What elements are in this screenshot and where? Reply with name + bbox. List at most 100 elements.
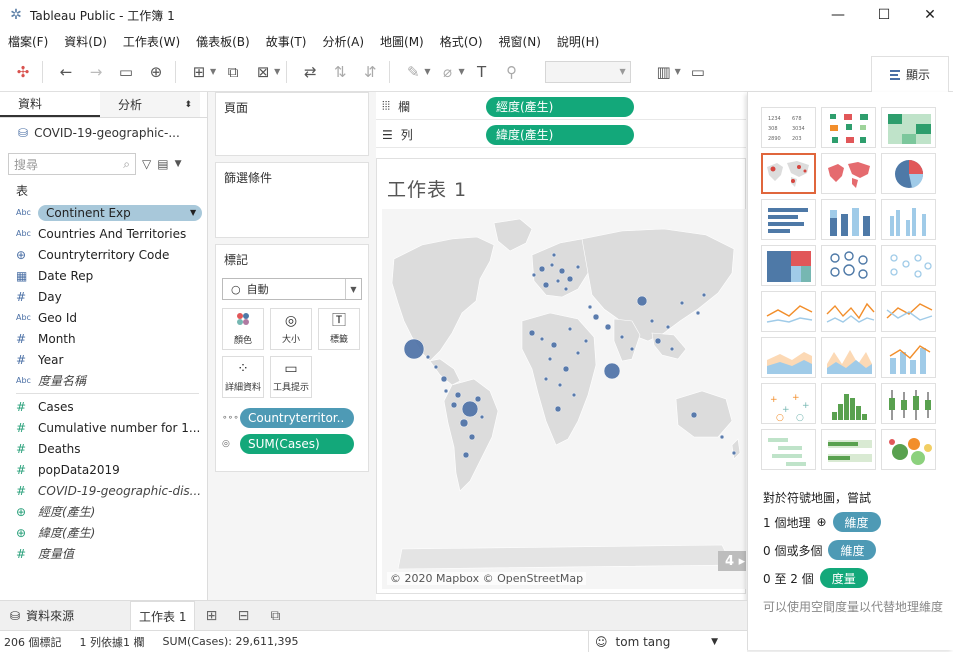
show-me-tab[interactable]: 顯示 bbox=[871, 56, 949, 92]
map-mark[interactable] bbox=[562, 365, 570, 373]
map-mark[interactable] bbox=[575, 264, 581, 270]
map-mark[interactable] bbox=[695, 310, 701, 316]
map-mark[interactable] bbox=[603, 362, 621, 380]
map-mark[interactable] bbox=[604, 323, 612, 331]
box-whisker-chart[interactable] bbox=[881, 383, 936, 424]
group-icon[interactable]: ⌀ bbox=[434, 59, 460, 85]
field-item[interactable]: # popData2019 bbox=[0, 459, 207, 480]
chevron-down-icon[interactable]: ▼ bbox=[274, 67, 280, 76]
field-item[interactable]: # Deaths bbox=[0, 438, 207, 459]
field-item[interactable]: ⊕ Countryterritory Code bbox=[0, 244, 207, 265]
map-mark[interactable] bbox=[528, 329, 536, 337]
map-mark[interactable] bbox=[731, 450, 737, 456]
map-count-badge[interactable]: 4 ▸ bbox=[718, 551, 746, 571]
map-mark[interactable] bbox=[538, 265, 546, 273]
countryterritory-pill[interactable]: Countryterritor.. bbox=[240, 408, 354, 428]
map-mark[interactable] bbox=[554, 405, 562, 413]
map-mark[interactable] bbox=[557, 382, 563, 388]
map-mark[interactable] bbox=[468, 433, 476, 441]
field-item[interactable]: # Cumulative number for 1... bbox=[0, 417, 207, 438]
field-item[interactable]: # Year bbox=[0, 349, 207, 370]
map-mark[interactable] bbox=[549, 262, 555, 268]
histogram-chart[interactable] bbox=[821, 383, 876, 424]
map-mark[interactable] bbox=[649, 318, 655, 324]
menu-help[interactable]: 說明(H) bbox=[549, 33, 607, 50]
field-item[interactable]: ▦ Date Rep bbox=[0, 265, 207, 286]
sort-ascending-icon[interactable]: ⇅ bbox=[327, 59, 353, 85]
fit-select[interactable]: ▼ bbox=[544, 60, 631, 83]
pin-icon[interactable]: ⚲ bbox=[499, 59, 525, 85]
field-item[interactable]: # Cases bbox=[0, 396, 207, 417]
bullet-graph-chart[interactable] bbox=[821, 429, 876, 470]
field-item[interactable]: # Day bbox=[0, 286, 207, 307]
map-mark[interactable] bbox=[474, 395, 482, 403]
menu-analysis[interactable]: 分析(A) bbox=[314, 33, 372, 50]
sheet-title[interactable]: 工作表 1 bbox=[387, 175, 467, 202]
tab-data[interactable]: 資料 bbox=[0, 92, 100, 117]
map-mark[interactable] bbox=[454, 391, 462, 399]
map-mark[interactable] bbox=[461, 400, 479, 418]
latitude-pill[interactable]: 緯度(產生) bbox=[486, 124, 634, 145]
symbol-map-chart[interactable] bbox=[761, 153, 816, 194]
chevron-down-icon[interactable]: ▼ bbox=[190, 208, 196, 217]
map-attribution[interactable]: © 2020 Mapbox © OpenStreetMap bbox=[387, 572, 587, 585]
side-by-side-circles-chart[interactable] bbox=[881, 245, 936, 286]
tab-analytics[interactable]: 分析 ⬍ bbox=[100, 92, 200, 117]
field-item[interactable]: # Month bbox=[0, 328, 207, 349]
map-mark[interactable] bbox=[575, 350, 581, 356]
map-mark[interactable] bbox=[567, 326, 573, 332]
map-mark[interactable] bbox=[629, 346, 635, 352]
tableau-home-icon[interactable]: ✣ bbox=[10, 59, 36, 85]
chevron-down-icon[interactable]: ▼ bbox=[424, 67, 430, 76]
map-mark[interactable] bbox=[425, 354, 431, 360]
highlight-table-chart[interactable] bbox=[881, 107, 936, 148]
map-mark[interactable] bbox=[459, 418, 469, 428]
map-mark[interactable] bbox=[563, 286, 569, 292]
user-menu[interactable]: ☺ tom tang ▼ bbox=[588, 631, 718, 652]
clear-sheet-icon[interactable]: ⊠ bbox=[250, 59, 276, 85]
map-mark[interactable] bbox=[558, 267, 566, 275]
columns-shelf[interactable]: ⦙⦙⦙ 欄 經度(產生) bbox=[376, 94, 746, 120]
menu-file[interactable]: 檔案(F) bbox=[0, 33, 56, 50]
continuous-lines-chart[interactable] bbox=[761, 291, 816, 332]
map-mark[interactable] bbox=[690, 411, 698, 419]
chevron-down-icon[interactable]: ▼ bbox=[458, 67, 464, 76]
field-item[interactable]: Abc 度量名稱 bbox=[0, 370, 207, 391]
datasource-tab[interactable]: ⛁ 資料來源 bbox=[0, 601, 130, 630]
packed-bubbles-chart[interactable] bbox=[881, 429, 936, 470]
chevron-down-icon[interactable]: ▼ bbox=[175, 159, 182, 169]
chevron-down-icon[interactable]: ▼ bbox=[675, 67, 681, 76]
map-mark[interactable] bbox=[542, 281, 550, 289]
map-mark[interactable] bbox=[636, 295, 648, 307]
redo-icon[interactable]: → bbox=[83, 59, 109, 85]
minimize-button[interactable]: — bbox=[815, 0, 861, 30]
map-mark[interactable] bbox=[550, 341, 558, 349]
view-options-icon[interactable]: ▤ bbox=[157, 157, 168, 171]
size-button[interactable]: ◎ 大小 bbox=[270, 308, 312, 350]
new-datasource-icon[interactable]: ⊕ bbox=[143, 59, 169, 85]
color-button[interactable]: 顏色 bbox=[222, 308, 264, 350]
map-mark[interactable] bbox=[701, 292, 707, 298]
menu-story[interactable]: 故事(T) bbox=[258, 33, 315, 50]
sum-cases-pill[interactable]: SUM(Cases) bbox=[240, 434, 354, 454]
map-mark[interactable] bbox=[547, 356, 553, 362]
map-mark[interactable] bbox=[440, 375, 448, 383]
map-view[interactable]: © 2020 Mapbox © OpenStreetMap 4 ▸ bbox=[382, 209, 746, 589]
marks-type-select[interactable]: ○ 自動 ▼ bbox=[222, 278, 362, 300]
detail-button[interactable]: ⁘ 詳細資料 bbox=[222, 356, 264, 398]
side-by-side-bars-chart[interactable] bbox=[881, 199, 936, 240]
label-button[interactable]: 🅃 標籤 bbox=[318, 308, 360, 350]
new-worksheet-icon[interactable]: ⊞ bbox=[195, 601, 227, 630]
map-mark[interactable] bbox=[443, 388, 449, 394]
field-item[interactable]: Abc Continent Exp ▼ bbox=[0, 202, 207, 223]
map-mark[interactable] bbox=[555, 278, 561, 284]
map-mark[interactable] bbox=[566, 275, 574, 283]
map-mark[interactable] bbox=[571, 392, 577, 398]
scatter-plot-chart[interactable]: + + + + ○ ○ bbox=[761, 383, 816, 424]
swap-axes-icon[interactable]: ⇄ bbox=[297, 59, 323, 85]
filter-icon[interactable]: ▽ bbox=[142, 157, 151, 171]
rows-shelf[interactable]: ☰ 列 緯度(產生) bbox=[376, 122, 746, 148]
field-item[interactable]: # COVID-19-geographic-dis... bbox=[0, 480, 207, 501]
area-continuous-chart[interactable] bbox=[761, 337, 816, 378]
stacked-bars-chart[interactable] bbox=[821, 199, 876, 240]
